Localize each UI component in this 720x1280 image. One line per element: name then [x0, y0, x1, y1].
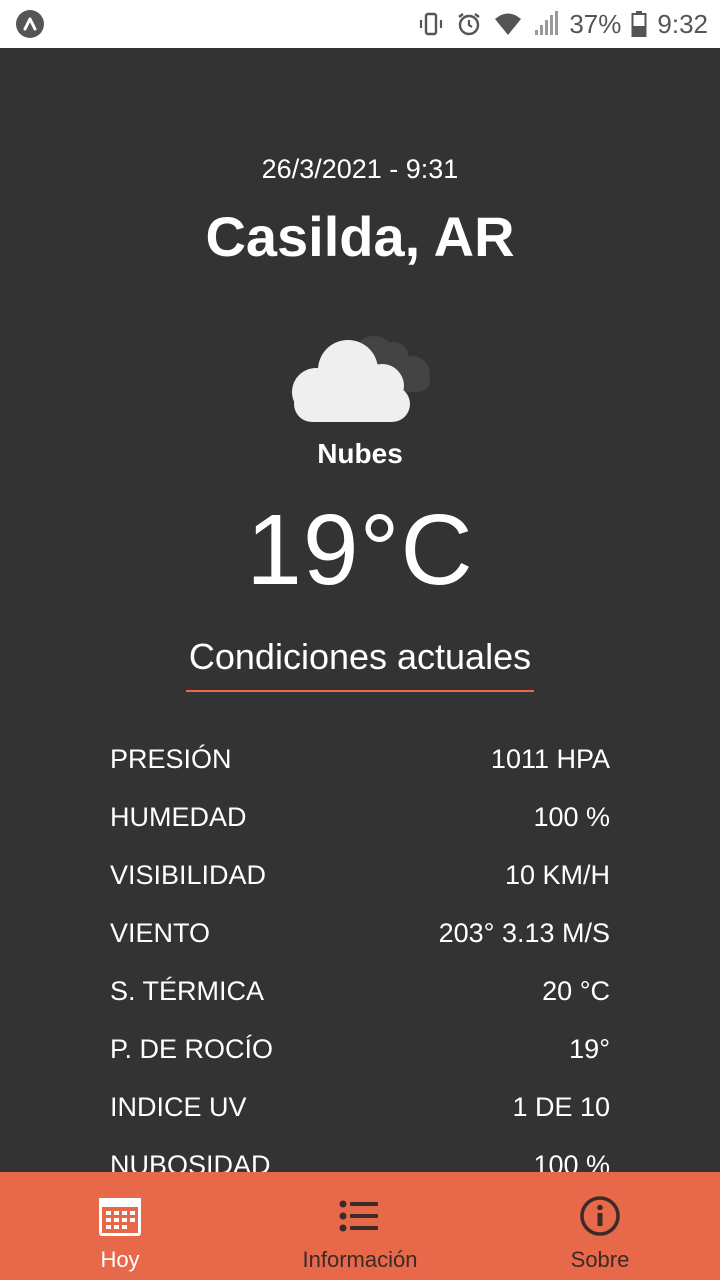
stat-label: P. DE ROCÍO — [110, 1033, 274, 1064]
stat-row-dew-point: P. DE ROCÍO 19° — [110, 1020, 610, 1078]
status-icons: 37% 9:32 — [417, 0, 708, 48]
nav-item-hoy[interactable]: Hoy — [0, 1172, 240, 1280]
stat-row-visibility: VISIBILIDAD 10 KM/H — [110, 846, 610, 904]
stat-value: 1 DE 10 — [512, 1091, 610, 1122]
vibrate-icon — [417, 10, 445, 38]
status-bar: 37% 9:32 — [0, 0, 720, 48]
stat-label: INDICE UV — [110, 1091, 247, 1122]
stat-row-wind: VIENTO 203° 3.13 M/S — [110, 904, 610, 962]
nav-label-informacion: Información — [302, 1247, 418, 1272]
stat-label: NUBOSIDAD — [110, 1149, 271, 1173]
nav-label-sobre: Sobre — [570, 1247, 630, 1272]
battery-icon — [631, 10, 647, 38]
stat-label: VIENTO — [110, 917, 211, 948]
stat-label: VISIBILIDAD — [110, 859, 267, 890]
bottom-navigation: Hoy Información Sobre — [0, 1172, 720, 1280]
signal-icon — [533, 10, 559, 38]
stat-label: PRESIÓN — [110, 743, 232, 774]
nav-item-sobre[interactable]: Sobre — [480, 1172, 720, 1280]
stat-value: 1011 HPA — [490, 743, 610, 774]
stat-row-uv-index: INDICE UV 1 DE 10 — [110, 1078, 610, 1136]
stat-label: S. TÉRMICA — [110, 975, 265, 1006]
stat-value: 100 % — [533, 801, 610, 832]
nav-item-informacion[interactable]: Información — [240, 1172, 480, 1280]
alarm-icon — [455, 10, 483, 38]
stat-row-cloudiness: NUBOSIDAD 100 % — [110, 1136, 610, 1173]
list-icon — [337, 1194, 383, 1243]
last-updated-datetime: 26/3/2021 - 9:31 — [261, 154, 459, 184]
cloud-icon — [286, 328, 436, 428]
clock-time: 9:32 — [657, 8, 708, 39]
stat-row-feels-like: S. TÉRMICA 20 °C — [110, 962, 610, 1020]
stat-value: 19° — [569, 1033, 610, 1064]
battery-percent: 37% — [569, 8, 622, 39]
stat-label: HUMEDAD — [110, 801, 247, 832]
stat-value: 203° 3.13 M/S — [438, 917, 610, 948]
stat-value: 20 °C — [542, 975, 610, 1006]
calendar-icon — [97, 1194, 143, 1243]
current-temperature: 19°C — [246, 494, 474, 606]
stat-value: 10 KM/H — [504, 859, 610, 890]
main-content: 26/3/2021 - 9:31 Casilda, AR Nubes 19°C … — [0, 48, 720, 1172]
stat-row-humidity: HUMEDAD 100 % — [110, 788, 610, 846]
section-title-current-conditions: Condiciones actuales — [186, 636, 534, 692]
stat-row-pressure: PRESIÓN 1011 HPA — [110, 730, 610, 788]
city-name: Casilda, AR — [205, 205, 515, 268]
info-icon — [577, 1194, 623, 1243]
app-icon — [16, 10, 44, 38]
wifi-icon — [493, 10, 523, 38]
stat-value: 100 % — [533, 1149, 610, 1173]
stats-list: PRESIÓN 1011 HPA HUMEDAD 100 % VISIBILID… — [110, 730, 610, 1173]
nav-label-hoy: Hoy — [100, 1247, 140, 1272]
weather-condition: Nubes — [317, 438, 403, 469]
